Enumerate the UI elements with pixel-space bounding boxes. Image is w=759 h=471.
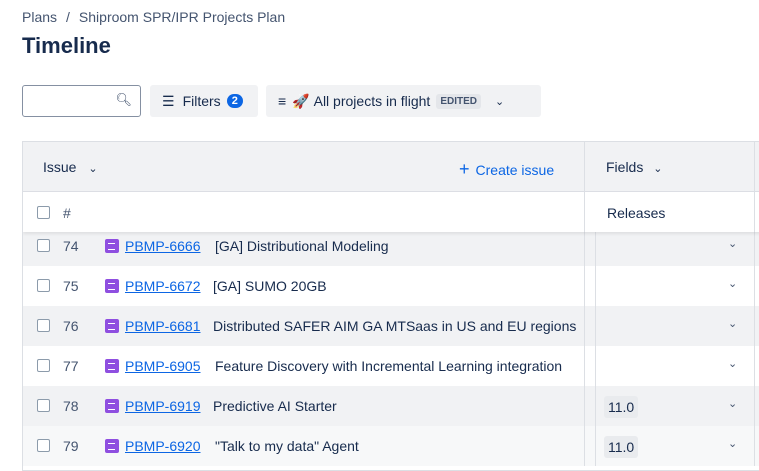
breadcrumb-plans[interactable]: Plans xyxy=(22,9,57,25)
issue-summary[interactable]: Feature Discovery with Incremental Learn… xyxy=(215,358,580,374)
fields-label: Fields xyxy=(606,159,644,175)
table-subheader: # Releases xyxy=(23,192,759,232)
row-checkbox[interactable] xyxy=(37,399,50,412)
row-number: 78 xyxy=(63,398,79,414)
row-checkbox[interactable] xyxy=(37,279,50,292)
issue-summary[interactable]: Predictive AI Starter xyxy=(213,398,578,414)
chevron-down-icon[interactable]: ⌄ xyxy=(728,437,737,450)
row-number: 76 xyxy=(63,318,79,334)
chevron-down-icon: ⌄ xyxy=(88,163,98,175)
row-checkbox[interactable] xyxy=(37,239,50,252)
breadcrumb-plan[interactable]: Shiproom SPR/IPR Projects Plan xyxy=(79,9,285,25)
edited-badge: EDITED xyxy=(436,93,481,109)
timeline-table: Issue ⌄ + Create issue Fields ⌄ # Release… xyxy=(22,141,759,471)
issue-column-menu[interactable]: Issue ⌄ xyxy=(43,159,98,175)
breadcrumb: Plans / Shiproom SPR/IPR Projects Plan xyxy=(22,9,285,25)
column-divider xyxy=(595,306,596,346)
release-tag: 11.0 xyxy=(604,436,639,458)
epic-icon xyxy=(105,319,119,333)
column-divider xyxy=(754,306,755,346)
chevron-down-icon: ⌄ xyxy=(495,95,505,108)
chevron-down-icon: ⌄ xyxy=(653,163,663,175)
column-divider xyxy=(584,306,585,346)
column-divider xyxy=(584,266,585,306)
table-header: Issue ⌄ + Create issue Fields ⌄ xyxy=(23,142,759,192)
column-divider xyxy=(595,426,596,466)
chevron-down-icon[interactable]: ⌄ xyxy=(728,317,737,330)
breadcrumb-separator: / xyxy=(66,9,70,25)
column-divider xyxy=(584,142,585,191)
column-divider xyxy=(584,226,585,266)
releases-header[interactable]: Releases xyxy=(607,205,665,221)
column-divider xyxy=(754,142,755,191)
epic-icon xyxy=(105,359,119,373)
column-divider xyxy=(595,386,596,426)
table-row[interactable]: 74 PBMP-6666 [GA] Distributional Modelin… xyxy=(23,226,759,266)
filter-icon: ☰ xyxy=(162,92,175,109)
column-divider xyxy=(584,192,585,232)
column-divider xyxy=(595,226,596,266)
epic-icon xyxy=(105,279,119,293)
issue-summary[interactable]: [GA] Distributional Modeling xyxy=(215,238,580,254)
row-number: 75 xyxy=(63,278,79,294)
issue-header-label: Issue xyxy=(43,159,77,175)
search-icon: 🔍︎ xyxy=(115,92,132,107)
number-header: # xyxy=(63,205,71,221)
column-divider xyxy=(584,346,585,386)
column-divider xyxy=(595,346,596,386)
table-row[interactable]: 77 PBMP-6905 Feature Discovery with Incr… xyxy=(23,346,759,386)
column-divider xyxy=(754,346,755,386)
row-checkbox[interactable] xyxy=(37,319,50,332)
page-title: Timeline xyxy=(22,33,111,58)
chevron-down-icon[interactable]: ⌄ xyxy=(728,397,737,410)
table-row[interactable]: 79 PBMP-6920 "Talk to my data" Agent 11.… xyxy=(23,426,759,466)
row-number: 77 xyxy=(63,358,79,374)
filters-label: Filters xyxy=(182,93,221,109)
column-divider xyxy=(754,386,755,426)
column-divider xyxy=(584,426,585,466)
table-row[interactable]: 75 PBMP-6672 [GA] SUMO 20GB ⌄ xyxy=(23,266,759,306)
issue-summary[interactable]: Distributed SAFER AIM GA MTSaas in US an… xyxy=(213,318,578,334)
view-icon: ≡ xyxy=(278,93,287,109)
issue-key-link[interactable]: PBMP-6905 xyxy=(125,358,200,374)
column-divider xyxy=(754,426,755,466)
column-divider xyxy=(584,386,585,426)
epic-icon xyxy=(105,399,119,413)
issue-key-link[interactable]: PBMP-6919 xyxy=(125,398,200,414)
chevron-down-icon[interactable]: ⌄ xyxy=(728,357,737,370)
issue-summary[interactable]: "Talk to my data" Agent xyxy=(215,438,580,454)
search-input[interactable]: 🔍︎ xyxy=(22,85,141,117)
issue-key-link[interactable]: PBMP-6666 xyxy=(125,238,200,254)
epic-icon xyxy=(105,439,119,453)
filters-count-badge: 2 xyxy=(226,94,243,108)
issue-summary[interactable]: [GA] SUMO 20GB xyxy=(213,278,578,294)
plus-icon: + xyxy=(459,159,470,179)
view-selector-button[interactable]: ≡ 🚀 All projects in flight EDITED ⌄ xyxy=(266,85,541,117)
fields-menu[interactable]: Fields ⌄ xyxy=(606,159,662,175)
issue-key-link[interactable]: PBMP-6920 xyxy=(125,438,200,454)
release-tag: 11.0 xyxy=(604,396,639,418)
column-divider xyxy=(754,226,755,266)
epic-icon xyxy=(105,239,119,253)
column-divider xyxy=(754,192,755,232)
select-all-checkbox[interactable] xyxy=(37,206,50,219)
column-divider xyxy=(754,266,755,306)
row-checkbox[interactable] xyxy=(37,439,50,452)
chevron-down-icon[interactable]: ⌄ xyxy=(728,237,737,250)
rocket-icon: 🚀 xyxy=(292,92,310,109)
chevron-down-icon[interactable]: ⌄ xyxy=(728,277,737,290)
filters-button[interactable]: ☰ Filters 2 xyxy=(150,85,258,117)
table-row[interactable]: 76 PBMP-6681 Distributed SAFER AIM GA MT… xyxy=(23,306,759,346)
issue-key-link[interactable]: PBMP-6672 xyxy=(125,278,200,294)
row-number: 79 xyxy=(63,438,79,454)
table-row[interactable]: 78 PBMP-6919 Predictive AI Starter 11.0 … xyxy=(23,386,759,426)
row-number: 74 xyxy=(63,238,79,254)
issue-key-link[interactable]: PBMP-6681 xyxy=(125,318,200,334)
create-issue-label: Create issue xyxy=(475,162,555,178)
view-label: All projects in flight xyxy=(313,93,431,109)
create-issue-button[interactable]: + Create issue xyxy=(459,159,554,180)
row-checkbox[interactable] xyxy=(37,359,50,372)
column-divider xyxy=(595,266,596,306)
